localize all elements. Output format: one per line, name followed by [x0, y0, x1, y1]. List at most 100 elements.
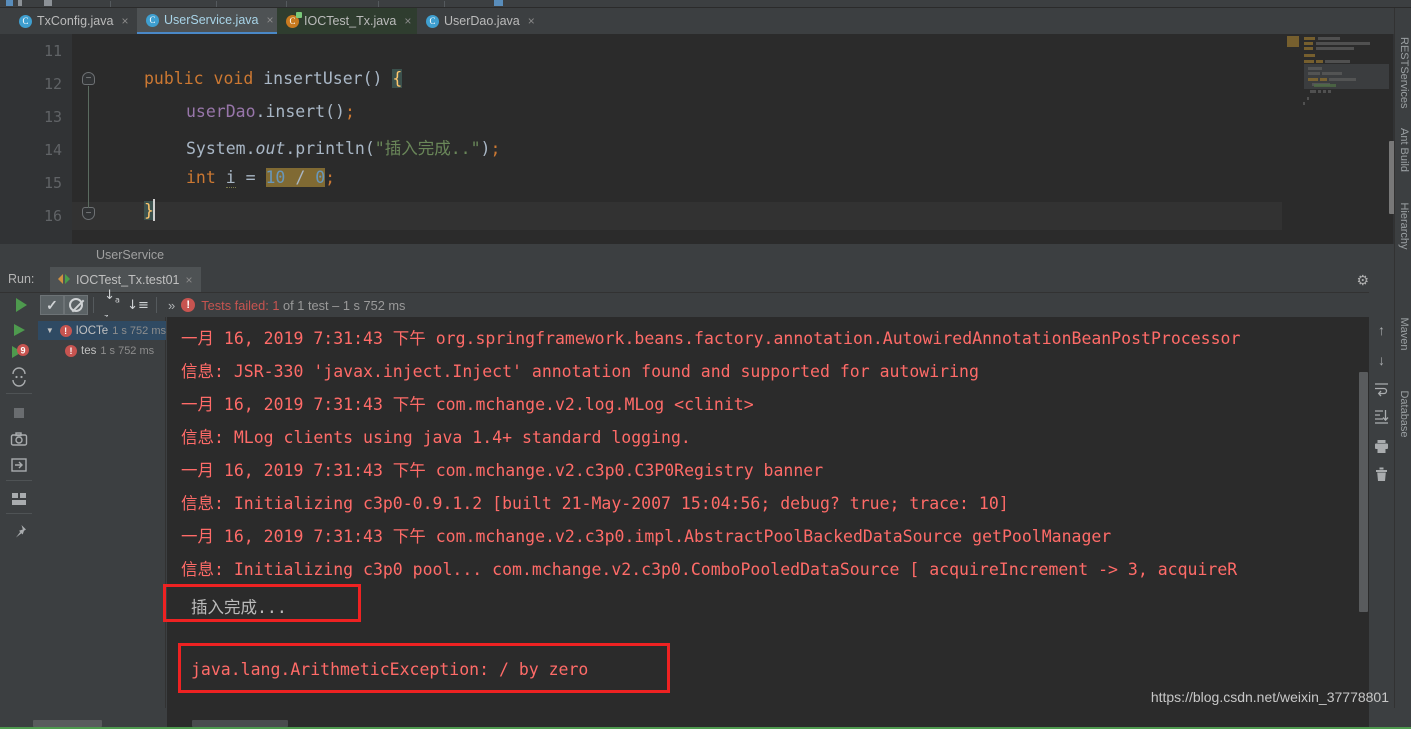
rerun-tests-icon[interactable]	[9, 320, 29, 340]
status-duration: 1 s 752 ms	[342, 297, 406, 313]
layout-icon[interactable]	[9, 489, 29, 509]
java-class-icon: C	[146, 13, 159, 27]
scrollbar-thumb[interactable]	[1359, 372, 1368, 612]
code-editor[interactable]: 11 12 13 14 15 16 − − public void insert…	[0, 34, 1411, 244]
tool-tab-label: Ant Build	[1398, 127, 1410, 173]
test-tree-row-method[interactable]: ! tes 1 s 752 ms	[38, 341, 166, 360]
status-failed-count: 1	[272, 297, 280, 313]
sort-alphabetically-icon[interactable]: ↓az	[99, 288, 125, 321]
token-slash: /	[295, 168, 306, 187]
code-line-13: userDao.insert();	[186, 102, 355, 121]
code-fold-end-icon[interactable]: −	[82, 207, 95, 220]
editor-tab-txconfig[interactable]: C TxConfig.java ×	[10, 8, 136, 34]
line-number: 12	[43, 75, 62, 93]
close-icon[interactable]: ×	[186, 273, 193, 287]
test-failed-badge-icon: !	[181, 298, 196, 312]
breadcrumb[interactable]: UserService	[0, 244, 1411, 266]
tool-tab-maven[interactable]: Maven	[1395, 304, 1411, 364]
tool-tab-ant-build[interactable]: Ant Build	[1395, 114, 1411, 184]
toggle-auto-test-icon[interactable]	[9, 367, 29, 387]
tool-tab-hierarchy[interactable]: Hierarchy	[1395, 188, 1411, 260]
close-icon[interactable]: ×	[404, 14, 411, 28]
line-number: 13	[43, 108, 62, 126]
stop-icon[interactable]	[9, 403, 29, 423]
run-tab-ioctest-tx-test01[interactable]: IOCTest_Tx.test01 ×	[50, 267, 201, 292]
console-vertical-scrollbar[interactable]	[1358, 317, 1369, 708]
code-line-14: System.out.println("插入完成..");	[186, 139, 501, 158]
toolbar-separator	[286, 1, 287, 7]
tool-tab-restservices[interactable]: RESTServices	[1395, 22, 1411, 112]
console-line: 一月 16, 2019 7:31:43 下午 com.mchange.v2.lo…	[181, 395, 754, 414]
close-icon[interactable]: ×	[266, 13, 273, 27]
show-passed-icon[interactable]: ✓	[40, 295, 64, 315]
hide-ignored-icon[interactable]	[64, 295, 88, 315]
ide-window: C TxConfig.java × C UserService.java × C…	[0, 0, 1411, 729]
toolbar-icon-open[interactable]	[6, 0, 13, 6]
annotation-box-exception	[178, 643, 670, 693]
divider	[6, 513, 32, 514]
breadcrumb-label[interactable]: UserService	[96, 248, 164, 262]
toolbar-icon-sync[interactable]	[44, 0, 52, 6]
toolbar-icon-save[interactable]	[18, 0, 22, 6]
minimap-row	[1304, 60, 1314, 63]
soft-wrap-icon[interactable]	[1373, 380, 1390, 397]
test-tree-row-class[interactable]: ▼ ! IOCTe 1 s 752 ms	[38, 321, 166, 340]
rerun-icon[interactable]	[8, 294, 34, 316]
token-dot: .	[255, 102, 266, 121]
minimap-marker	[1287, 36, 1299, 47]
editor-gutter[interactable]: 11 12 13 14 15 16	[0, 34, 72, 244]
toolbar-separator	[444, 1, 445, 7]
scroll-to-end-icon[interactable]	[1373, 408, 1390, 425]
annotation-box-stdout	[163, 584, 361, 622]
editor-tab-label: UserService.java	[164, 13, 259, 27]
console-hscroll-track[interactable]	[167, 708, 1369, 729]
editor-tab-label: UserDao.java	[444, 14, 520, 28]
toolbar-icon-run-config[interactable]	[494, 0, 503, 6]
minimap-row	[1310, 90, 1316, 93]
bottom-strip	[0, 708, 1411, 729]
down-the-stack-trace-icon[interactable]: ↓	[1373, 352, 1390, 369]
token-dot: .	[245, 139, 256, 158]
code-line-12: public void insertUser() {	[144, 69, 403, 88]
pin-tab-icon[interactable]	[9, 522, 29, 542]
print-icon[interactable]	[1373, 438, 1390, 455]
token-var-i: i	[225, 168, 236, 188]
line-number: 14	[43, 141, 62, 159]
chevron-down-icon[interactable]: ▼	[44, 326, 56, 335]
divider	[6, 393, 32, 394]
close-icon[interactable]: ×	[528, 14, 535, 28]
close-icon[interactable]: ×	[121, 14, 128, 28]
minimap-row	[1316, 60, 1323, 63]
editor-tab-userservice[interactable]: C UserService.java ×	[137, 8, 281, 34]
token-semicolon: ;	[325, 168, 336, 187]
token-parens: ()	[362, 69, 383, 88]
up-the-stack-trace-icon[interactable]: ↑	[1373, 322, 1390, 339]
console-hscroll-thumb[interactable]	[192, 720, 288, 727]
editor-tab-userdao[interactable]: C UserDao.java ×	[417, 8, 542, 34]
expand-toolbar-icon[interactable]: »	[162, 298, 181, 313]
gear-icon[interactable]: ⚙	[1356, 272, 1369, 289]
sort-by-duration-icon[interactable]: ↓≡	[125, 294, 151, 316]
token-num-10: 10	[265, 168, 286, 187]
minimap-row	[1308, 72, 1320, 75]
text-caret	[153, 199, 155, 221]
code-fold-collapse-icon[interactable]: −	[82, 72, 95, 85]
status-prefix: Tests failed:	[201, 297, 273, 313]
export-snapshot-camera-icon[interactable]	[9, 429, 29, 449]
code-minimap[interactable]	[1282, 34, 1389, 244]
code-fold-guide	[88, 86, 89, 208]
main-toolbar-sliver	[0, 0, 1411, 8]
rerun-failed-tests-icon[interactable]: 9	[9, 342, 29, 362]
tool-tab-database[interactable]: Database	[1395, 380, 1411, 450]
test-failed-icon: !	[65, 344, 77, 357]
token-out: out	[255, 139, 286, 158]
editor-tab-ioctest-tx[interactable]: C IOCTest_Tx.java ×	[277, 8, 419, 34]
test-tree-duration: 1 s 752 ms	[100, 344, 155, 357]
token-userdao: userDao	[186, 102, 256, 121]
import-tests-icon[interactable]	[9, 455, 29, 475]
test-results-tree[interactable]: ▼ ! IOCTe 1 s 752 ms ! tes 1 s 752 ms	[38, 317, 166, 708]
console-line: 一月 16, 2019 7:31:43 下午 org.springframewo…	[181, 329, 1241, 348]
tree-hscroll-thumb[interactable]	[33, 720, 102, 727]
clear-all-trash-icon[interactable]	[1373, 466, 1390, 483]
tool-tab-label: Maven	[1398, 317, 1410, 351]
